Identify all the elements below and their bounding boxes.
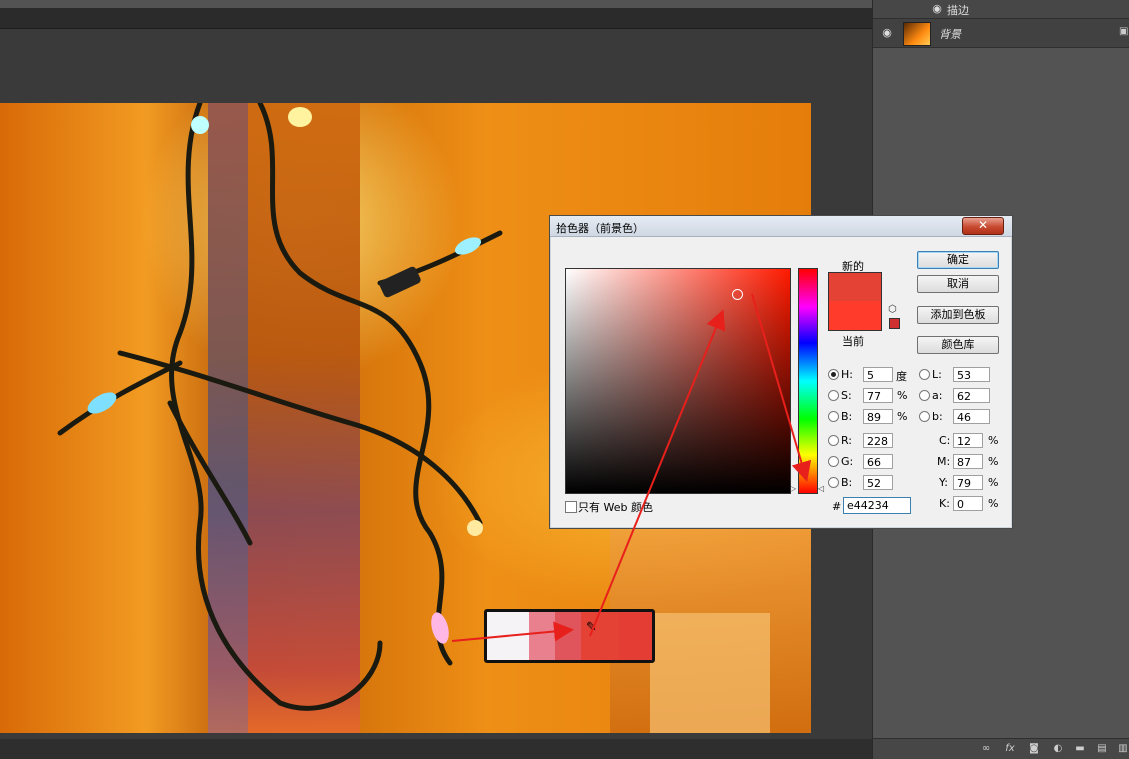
lab-b-radio[interactable]: [919, 411, 930, 422]
web-only-label: 只有 Web 颜色: [578, 501, 653, 514]
lightness-radio[interactable]: [919, 369, 930, 380]
current-color-label: 当前: [842, 335, 864, 348]
blue-input[interactable]: 52: [863, 475, 893, 490]
new-color-swatch: [828, 272, 882, 301]
saturation-unit: %: [897, 389, 908, 402]
eye-icon[interactable]: ◉: [881, 27, 893, 39]
green-radio[interactable]: [828, 456, 839, 467]
hue-slider-left-handle[interactable]: ▷: [790, 484, 796, 493]
adjustment-icon[interactable]: ◐: [1052, 743, 1064, 755]
color-picker-dialog: 拾色器（前景色） ✕ ▷ ◁ 新的 当前 ⬡ 确定 取消 添加到色板 颜色库 H…: [549, 215, 1013, 529]
black-label: K:: [939, 497, 950, 510]
layer-name: 背景: [939, 28, 961, 41]
cyan-unit: %: [988, 434, 999, 447]
brightness-radio[interactable]: [828, 411, 839, 422]
sample-swatch: [555, 612, 581, 660]
hue-slider[interactable]: [798, 268, 818, 494]
hue-input[interactable]: 5: [863, 367, 893, 382]
eye-icon[interactable]: ◉: [931, 3, 943, 15]
black-input[interactable]: 0: [953, 496, 983, 511]
yellow-input[interactable]: 79: [953, 475, 983, 490]
lightness-input[interactable]: 53: [953, 367, 990, 382]
saturation-label: S:: [841, 389, 852, 402]
sample-swatch: [487, 612, 529, 660]
folder-icon[interactable]: ▬: [1074, 743, 1086, 755]
layer-effect-row[interactable]: ◉ 描边: [873, 0, 1129, 18]
yellow-label: Y:: [939, 476, 948, 489]
ok-button[interactable]: 确定: [917, 251, 999, 269]
saturation-brightness-field[interactable]: [565, 268, 791, 494]
lab-a-label: a:: [932, 389, 943, 402]
layer-thumbnail: [903, 22, 931, 46]
magenta-unit: %: [988, 455, 999, 468]
hue-radio[interactable]: [828, 369, 839, 380]
mask-icon[interactable]: ◙: [1028, 743, 1040, 755]
red-radio[interactable]: [828, 435, 839, 446]
color-field-marker[interactable]: [732, 289, 743, 300]
add-to-swatches-button[interactable]: 添加到色板: [917, 306, 999, 324]
options-bar: [0, 0, 872, 8]
cyan-input[interactable]: 12: [953, 433, 983, 448]
effect-label: 描边: [947, 4, 969, 17]
sample-swatch: [619, 612, 652, 660]
trash-icon[interactable]: ▥: [1117, 743, 1129, 755]
fx-icon[interactable]: fx: [1004, 743, 1016, 755]
lightness-label: L:: [932, 368, 942, 381]
link-icon[interactable]: ∞: [980, 743, 992, 755]
green-label: G:: [841, 455, 854, 468]
web-only-checkbox[interactable]: [565, 501, 577, 513]
web-safe-cube-icon[interactable]: ⬡: [888, 304, 897, 315]
dialog-titlebar[interactable]: 拾色器（前景色） ✕: [550, 216, 1012, 237]
lock-icon: ▣: [1119, 26, 1129, 37]
red-input[interactable]: 228: [863, 433, 893, 448]
hue-unit: 度: [896, 370, 907, 383]
saturation-input[interactable]: 77: [863, 388, 893, 403]
lab-b-input[interactable]: 46: [953, 409, 990, 424]
black-unit: %: [988, 497, 999, 510]
brightness-label: B:: [841, 410, 853, 423]
saturation-radio[interactable]: [828, 390, 839, 401]
hue-label: H:: [841, 368, 853, 381]
color-libraries-button[interactable]: 颜色库: [917, 336, 999, 354]
lab-a-radio[interactable]: [919, 390, 930, 401]
hue-slider-right-handle[interactable]: ◁: [818, 484, 824, 493]
layer-row-background[interactable]: ◉ 背景 ▣: [873, 18, 1129, 48]
layers-footer: ∞ fx ◙ ◐ ▬ ▤ ▥: [873, 738, 1129, 759]
eyedropper-icon: ✎: [586, 620, 597, 635]
sampled-color-strip: [484, 609, 655, 663]
brightness-unit: %: [897, 410, 908, 423]
magenta-input[interactable]: 87: [953, 454, 983, 469]
blue-label: B:: [841, 476, 853, 489]
sample-swatch: [529, 612, 555, 660]
current-color-swatch[interactable]: [828, 301, 882, 331]
lab-b-label: b:: [932, 410, 943, 423]
green-input[interactable]: 66: [863, 454, 893, 469]
hex-input[interactable]: e44234: [843, 497, 911, 514]
hex-hash-label: #: [832, 500, 842, 513]
red-label: R:: [841, 434, 853, 447]
magenta-label: M:: [937, 455, 951, 468]
status-bar: [0, 739, 872, 759]
document-tab-bar: [0, 8, 872, 29]
new-layer-icon[interactable]: ▤: [1096, 743, 1108, 755]
lab-a-input[interactable]: 62: [953, 388, 990, 403]
cyan-label: C:: [939, 434, 951, 447]
close-button[interactable]: ✕: [962, 217, 1004, 235]
blue-radio[interactable]: [828, 477, 839, 488]
brightness-input[interactable]: 89: [863, 409, 893, 424]
web-safe-swatch[interactable]: [889, 318, 900, 329]
cancel-button[interactable]: 取消: [917, 275, 999, 293]
yellow-unit: %: [988, 476, 999, 489]
dialog-title: 拾色器（前景色）: [556, 222, 644, 235]
